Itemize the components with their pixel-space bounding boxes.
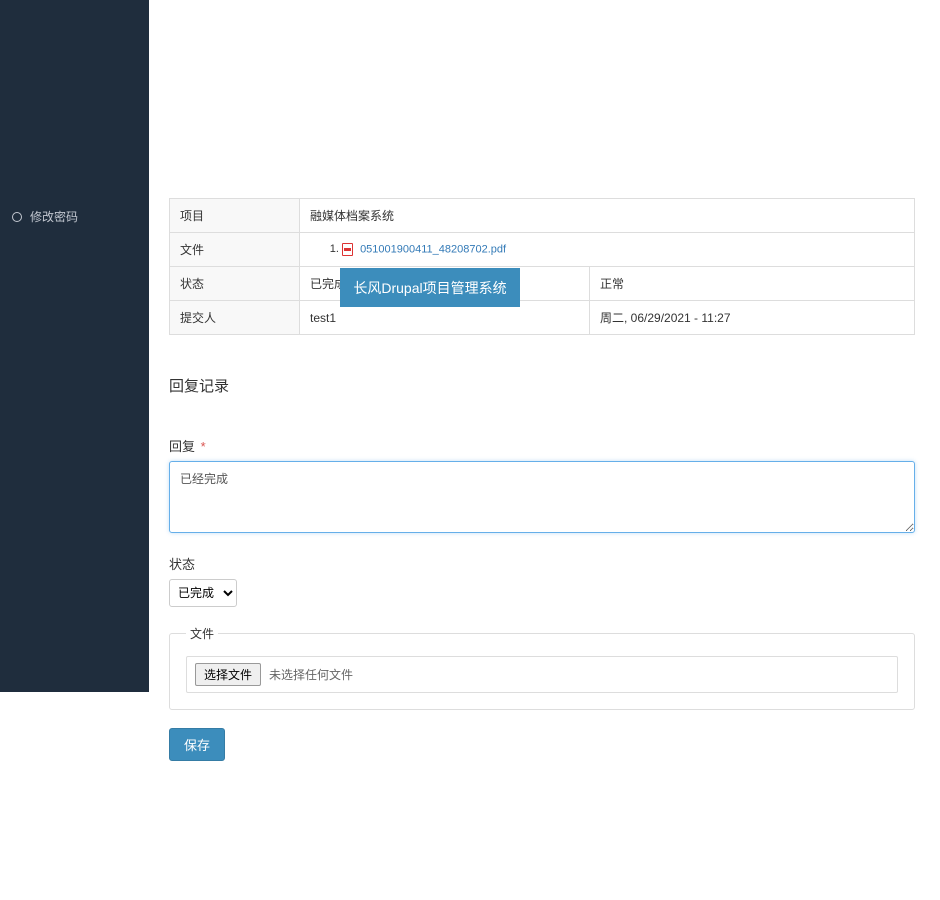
info-file-label: 文件 bbox=[170, 233, 300, 267]
info-submitter-label: 提交人 bbox=[170, 301, 300, 335]
info-status-value: 已完成 bbox=[300, 267, 590, 301]
sidebar-item-label: 修改密码 bbox=[30, 208, 78, 225]
info-project-value: 融媒体档案系统 bbox=[300, 199, 915, 233]
choose-file-button[interactable]: 选择文件 bbox=[195, 663, 261, 686]
info-file-cell: 051001900411_48208702.pdf bbox=[300, 233, 915, 267]
reply-history-heading: 回复记录 bbox=[169, 375, 915, 396]
file-legend: 文件 bbox=[186, 625, 218, 642]
circle-icon bbox=[12, 212, 22, 222]
reply-label-text: 回复 bbox=[169, 439, 195, 454]
table-row: 提交人 test1 周二, 06/29/2021 - 11:27 bbox=[170, 301, 915, 335]
sidebar-item-change-password[interactable]: 修改密码 bbox=[0, 200, 149, 233]
required-marker: * bbox=[201, 439, 206, 454]
main-content: 项目 融媒体档案系统 文件 051001900411_48208702.pdf bbox=[149, 0, 940, 900]
info-submitter-value: test1 bbox=[300, 301, 590, 335]
file-link[interactable]: 051001900411_48208702.pdf bbox=[360, 243, 506, 255]
file-fieldset: 文件 选择文件 未选择任何文件 bbox=[169, 625, 915, 710]
file-list: 051001900411_48208702.pdf bbox=[310, 243, 904, 256]
file-status-text: 未选择任何文件 bbox=[269, 666, 353, 683]
pdf-icon bbox=[342, 243, 353, 256]
status-field-group: 状态 已完成 bbox=[169, 554, 915, 607]
table-row: 状态 已完成 正常 bbox=[170, 267, 915, 301]
info-table: 项目 融媒体档案系统 文件 051001900411_48208702.pdf bbox=[169, 198, 915, 335]
save-button[interactable]: 保存 bbox=[169, 728, 225, 761]
info-status-label: 状态 bbox=[170, 267, 300, 301]
status-label: 状态 bbox=[169, 554, 195, 573]
file-input-row: 选择文件 未选择任何文件 bbox=[186, 656, 898, 693]
table-row: 文件 051001900411_48208702.pdf bbox=[170, 233, 915, 267]
reply-field-group: 回复 * bbox=[169, 436, 915, 536]
sidebar: 修改密码 bbox=[0, 0, 149, 692]
info-submitted-value: 周二, 06/29/2021 - 11:27 bbox=[590, 301, 915, 335]
file-item: 051001900411_48208702.pdf bbox=[342, 243, 904, 256]
info-status2-value: 正常 bbox=[590, 267, 915, 301]
reply-label: 回复 * bbox=[169, 436, 206, 455]
reply-textarea[interactable] bbox=[169, 461, 915, 533]
info-project-label: 项目 bbox=[170, 199, 300, 233]
status-select[interactable]: 已完成 bbox=[169, 579, 237, 607]
table-row: 项目 融媒体档案系统 bbox=[170, 199, 915, 233]
